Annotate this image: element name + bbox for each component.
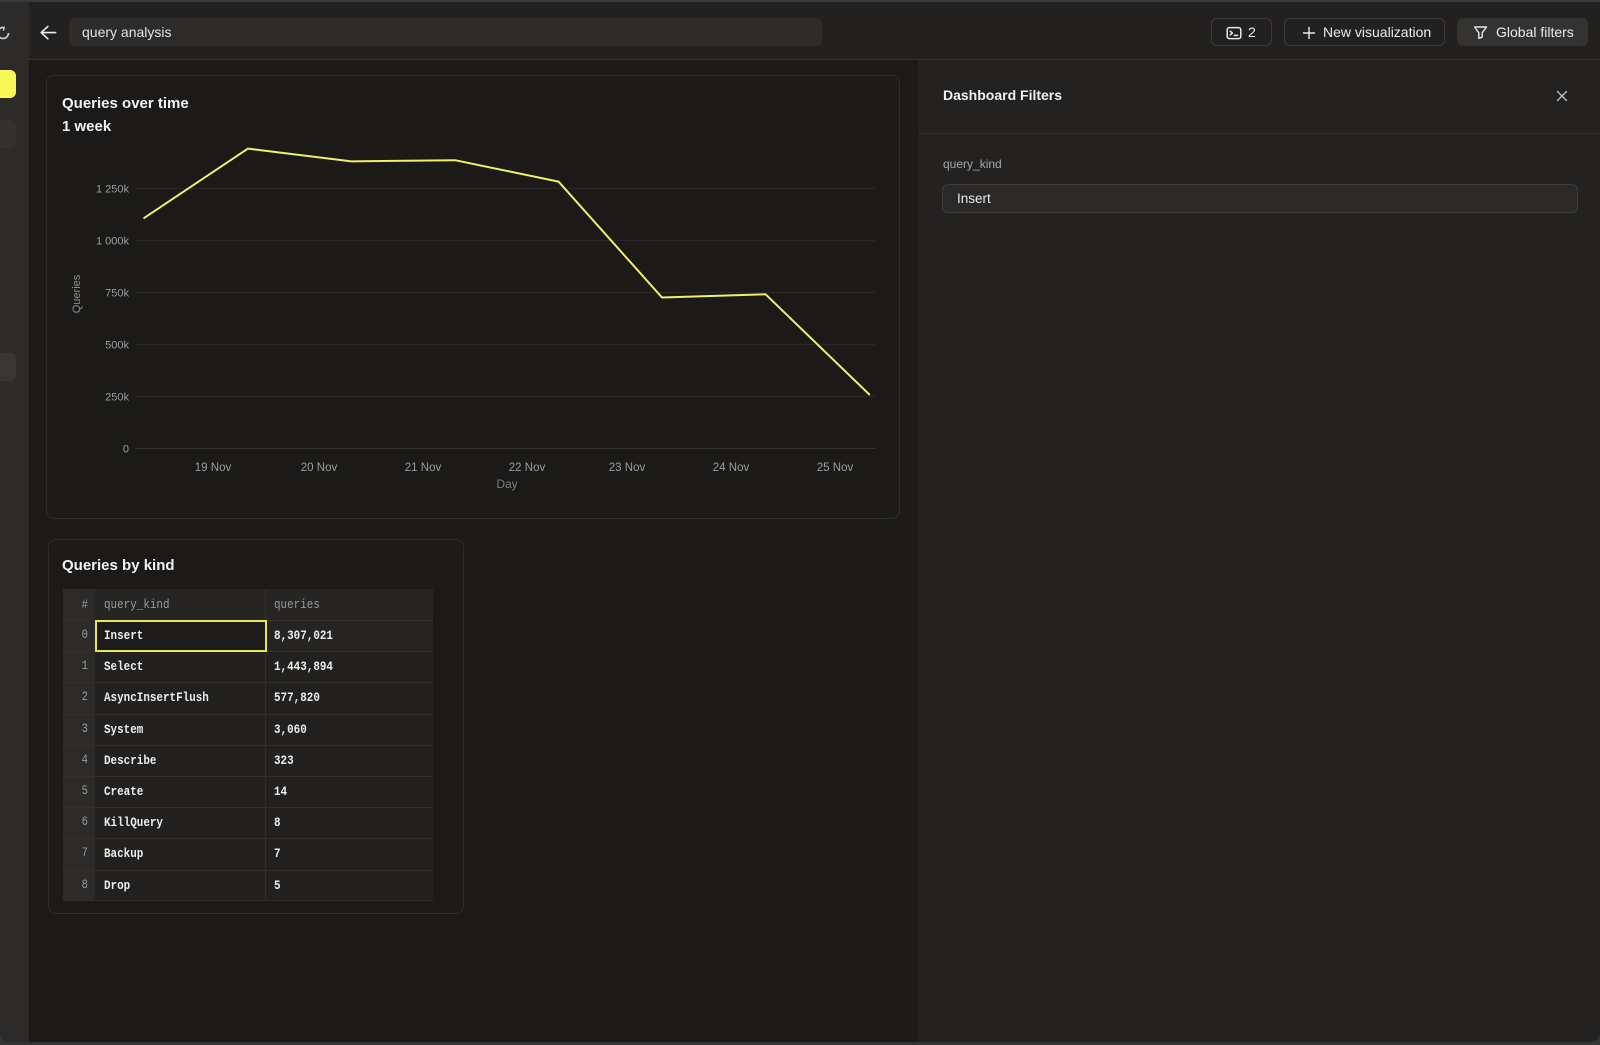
svg-text:24 Nov: 24 Nov: [713, 462, 750, 474]
svg-text:250k: 250k: [105, 391, 129, 403]
svg-text:20 Nov: 20 Nov: [301, 462, 338, 474]
svg-text:23 Nov: 23 Nov: [609, 462, 646, 474]
svg-text:1 250k: 1 250k: [96, 183, 130, 195]
svg-text:1 000k: 1 000k: [96, 235, 130, 247]
svg-text:500k: 500k: [105, 339, 129, 351]
svg-text:Queries: Queries: [71, 274, 83, 313]
svg-text:19 Nov: 19 Nov: [195, 462, 232, 474]
svg-text:0: 0: [123, 443, 129, 455]
svg-text:750k: 750k: [105, 287, 129, 299]
svg-text:22 Nov: 22 Nov: [509, 462, 546, 474]
svg-text:Day: Day: [496, 477, 517, 491]
svg-text:21 Nov: 21 Nov: [405, 462, 442, 474]
svg-text:25 Nov: 25 Nov: [817, 462, 854, 474]
